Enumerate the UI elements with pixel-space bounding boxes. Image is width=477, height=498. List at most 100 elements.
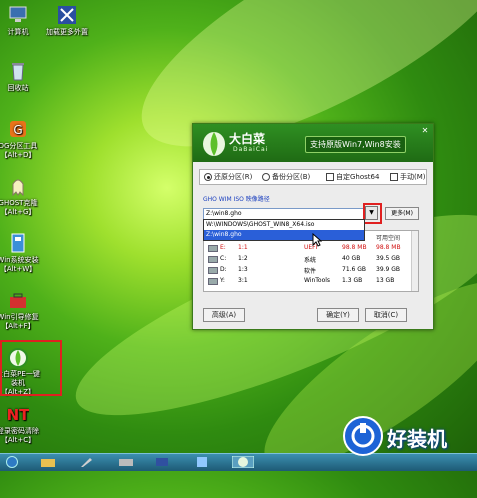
cell-free: 39.9 GB xyxy=(376,266,401,273)
cell-free: 13 GB xyxy=(376,277,395,284)
path-dropdown-list: W:\WINDOWS\GHOST_WIN8_X64.iso Z:\win8.gh… xyxy=(203,219,365,241)
desktop-icon-label: GHOST克隆 xyxy=(0,199,38,207)
network-icon xyxy=(58,6,76,24)
partition-tool-icon: G xyxy=(10,121,26,137)
cell-drive: E: xyxy=(220,244,226,251)
desktop-icon-shortcut: 【Alt+F】 xyxy=(1,322,35,330)
cell-free: 98.8 MB xyxy=(376,244,401,251)
cell-drive: C: xyxy=(220,255,227,262)
close-icon[interactable]: ✕ xyxy=(419,126,431,136)
combo-value: Z:\win8.gho xyxy=(206,210,242,217)
table-row[interactable]: Y: 3:1 WinTools 1.3 GB 13 GB xyxy=(204,276,412,285)
app-icon[interactable] xyxy=(194,456,210,468)
cell-free: 39.5 GB xyxy=(376,255,401,262)
watermark-text: 好装机 xyxy=(387,427,447,451)
svg-text:NT: NT xyxy=(7,406,29,424)
watermark-logo-icon xyxy=(343,416,383,456)
brand-name-en: DaBaiCai xyxy=(233,146,269,153)
desktop-icon-shortcut: 【Alt+G】 xyxy=(0,208,36,216)
desktop-icon-dg-partition[interactable]: G DG分区工具 【Alt+D】 xyxy=(0,118,40,160)
disk-icon xyxy=(208,245,218,252)
mode-restore[interactable]: 还原分区(R) xyxy=(204,172,252,182)
cabbage-logo-icon xyxy=(203,132,225,156)
cell-partition: 3:1 xyxy=(238,277,248,284)
table-row[interactable]: C: 1:2 系统 40 GB 39.5 GB xyxy=(204,254,412,264)
more-button[interactable]: 更多(M) xyxy=(385,207,419,220)
advanced-button[interactable]: 高级(A) xyxy=(203,308,245,322)
mode-selector: 还原分区(R) 备份分区(B) 自定Ghost64 手动(M) xyxy=(199,169,427,185)
cell-partition: 1:1 xyxy=(238,244,248,251)
cell-partition: 1:2 xyxy=(238,255,248,262)
cell-size: 40 GB xyxy=(342,255,361,262)
table-header: 可用空间 xyxy=(376,235,401,242)
drive-icon[interactable] xyxy=(118,456,134,468)
mouse-cursor-icon xyxy=(312,233,322,247)
watermark: 好装机 xyxy=(342,415,477,460)
cell-label: 软件 xyxy=(304,268,317,275)
dropdown-option[interactable]: W:\WINDOWS\GHOST_WIN8_X64.iso xyxy=(204,220,364,230)
checkbox-icon[interactable] xyxy=(390,173,398,181)
slogan-banner: 支持原版Win7,Win8安装 xyxy=(305,136,406,153)
desktop-icon-label: Win引导修复 xyxy=(0,313,39,321)
desktop-icon-shortcut: 【Alt+C】 xyxy=(0,436,36,444)
cell-partition: 1:3 xyxy=(238,266,248,273)
dropdown-option-selected[interactable]: Z:\win8.gho xyxy=(204,230,364,240)
desktop-icon-boot-repair[interactable]: Win引导修复 【Alt+F】 xyxy=(0,289,40,331)
desktop-icon-computer[interactable]: 计算机 xyxy=(0,4,40,37)
desktop-icon-label: 登录密码清除 xyxy=(0,427,39,435)
dabaicai-task-icon[interactable] xyxy=(232,456,254,468)
brush-icon[interactable] xyxy=(78,456,94,468)
desktop-icon-shortcut: 【Alt+D】 xyxy=(0,151,36,159)
mode-label: 手动(M) xyxy=(400,173,426,181)
svg-text:G: G xyxy=(13,123,22,137)
dialog-header: 大白菜 DaBaiCai 支持原版Win7,Win8安装 ✕ xyxy=(193,124,433,162)
cell-size: 71.6 GB xyxy=(342,266,367,273)
brand-name: 大白菜 xyxy=(229,132,266,146)
ok-button[interactable]: 确定(Y) xyxy=(317,308,359,322)
checkbox-icon[interactable] xyxy=(326,173,334,181)
network-tray-icon[interactable] xyxy=(154,456,170,468)
cell-drive: Y: xyxy=(220,277,225,284)
password-clear-icon: NT xyxy=(7,406,29,424)
table-scrollbar[interactable] xyxy=(411,231,418,291)
mode-label: 自定Ghost64 xyxy=(336,173,380,181)
mode-custom-ghost[interactable]: 自定Ghost64 xyxy=(326,172,379,182)
desktop-icon-label: 回收站 xyxy=(7,84,29,92)
desktop-icon-win-install[interactable]: Win系统安装 【Alt+W】 xyxy=(0,232,40,274)
cell-drive: D: xyxy=(220,266,227,273)
radio-off-icon[interactable] xyxy=(262,173,270,181)
cell-label: WinTools xyxy=(304,277,331,284)
mode-label: 备份分区(B) xyxy=(272,173,311,181)
desktop-icon-network[interactable]: 加载更多外置 xyxy=(45,4,89,37)
table-row[interactable]: E: 1:1 UEFI 98.8 MB 98.8 MB xyxy=(204,243,412,252)
desktop-icon-label: Win系统安装 xyxy=(0,256,39,264)
table-row[interactable]: D: 1:3 软件 71.6 GB 39.9 GB xyxy=(204,265,412,275)
desktop-icon-label: DG分区工具 xyxy=(0,142,38,150)
desktop-icon-ghost[interactable]: GHOST克隆 【Alt+G】 xyxy=(0,175,40,217)
computer-icon xyxy=(9,6,27,22)
disk-icon xyxy=(208,267,218,274)
desktop-icon-recycle-bin[interactable]: 回收站 xyxy=(0,60,40,93)
desktop-icon-label: 加载更多外置 xyxy=(46,28,88,36)
cancel-button[interactable]: 取消(C) xyxy=(365,308,407,322)
mode-label: 还原分区(R) xyxy=(214,173,253,181)
mode-backup[interactable]: 备份分区(B) xyxy=(262,172,310,182)
cell-size: 98.8 MB xyxy=(342,244,367,251)
install-dialog: 大白菜 DaBaiCai 支持原版Win7,Win8安装 ✕ 还原分区(R) 备… xyxy=(192,123,434,330)
cell-size: 1.3 GB xyxy=(342,277,363,284)
recycle-bin-icon xyxy=(12,63,24,81)
highlight-frame xyxy=(0,340,62,396)
highlight-frame xyxy=(363,203,382,224)
install-disk-icon xyxy=(11,233,25,253)
start-icon[interactable] xyxy=(4,456,20,468)
folder-icon[interactable] xyxy=(40,456,56,468)
mode-manual[interactable]: 手动(M) xyxy=(390,172,426,182)
toolbox-icon xyxy=(10,293,26,308)
radio-on-icon[interactable] xyxy=(204,173,212,181)
cell-label: 系统 xyxy=(304,257,317,264)
desktop-icon-password-clear[interactable]: NT 登录密码清除 【Alt+C】 xyxy=(0,403,40,445)
desktop-icon-label: 计算机 xyxy=(7,28,29,36)
disk-icon xyxy=(208,278,218,285)
disk-icon xyxy=(208,256,218,263)
ghost-icon xyxy=(12,179,24,197)
